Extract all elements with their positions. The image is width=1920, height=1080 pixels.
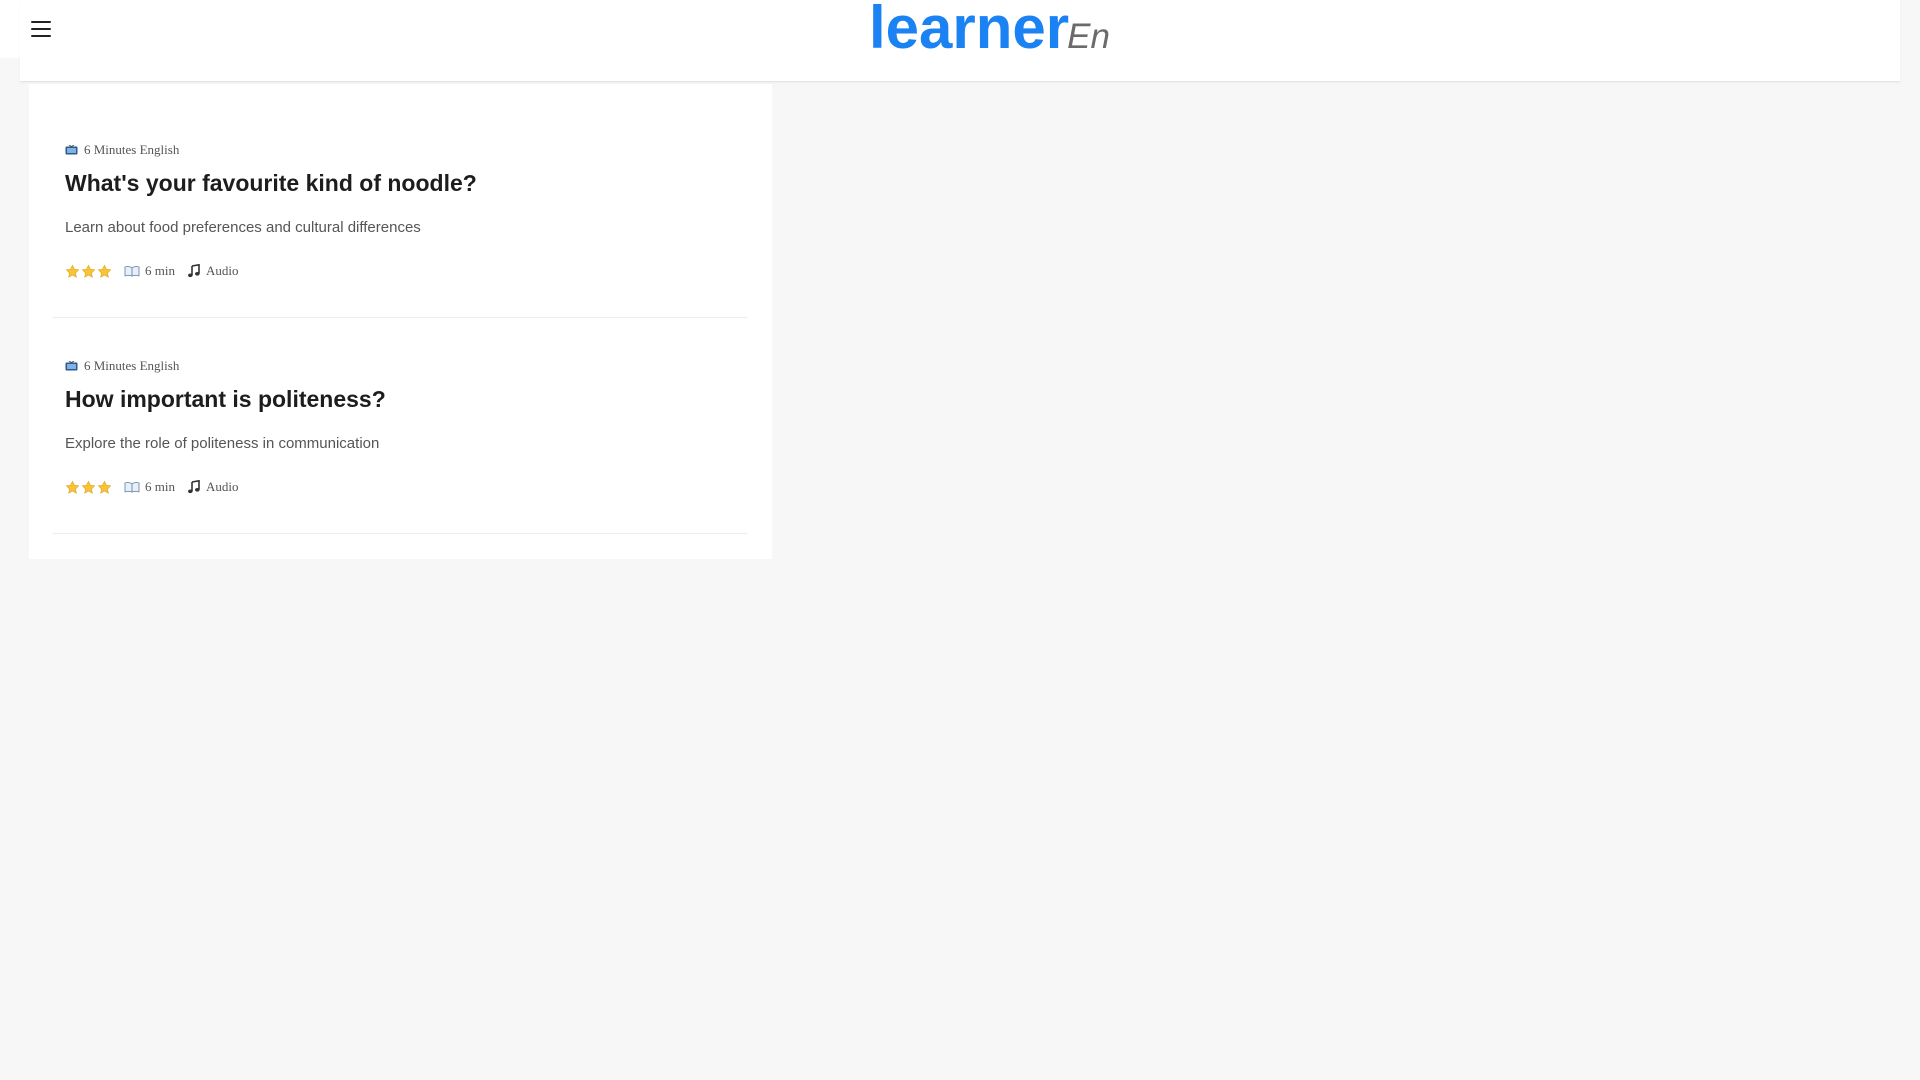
article-category: 6 Minutes English — [65, 142, 179, 158]
site-logo[interactable]: learnerEn — [869, 0, 1110, 58]
book-icon — [124, 481, 140, 493]
article-description: Explore the role of politeness in commun… — [65, 435, 380, 452]
star-icon — [81, 264, 96, 279]
article-list: 6 Minutes English What's your favourite … — [29, 84, 772, 559]
star-icon — [81, 480, 96, 495]
top-header: learnerEn — [20, 0, 1900, 82]
duration: 6 min — [124, 479, 175, 495]
article-meta: 6 min Audio — [65, 262, 250, 280]
duration-label: 6 min — [145, 479, 175, 494]
media-label: Audio — [205, 479, 239, 494]
hamburger-menu-icon — [31, 21, 51, 23]
header-left-strip — [0, 0, 20, 58]
star-icon — [97, 480, 112, 495]
logo-main-text: learner — [869, 0, 1070, 61]
category-label: 6 Minutes English — [84, 358, 180, 373]
article-title[interactable]: What's your favourite kind of noodle? — [65, 170, 477, 197]
category-label: 6 Minutes English — [84, 142, 180, 157]
article-meta: 6 min Audio — [65, 478, 250, 496]
menu-button[interactable] — [31, 19, 53, 39]
difficulty-rating — [65, 264, 112, 279]
article-category: 6 Minutes English — [65, 358, 179, 374]
duration-label: 6 min — [145, 263, 175, 278]
music-note-icon — [187, 480, 201, 494]
article-card[interactable]: 6 Minutes English What's your favourite … — [53, 132, 747, 318]
music-note-icon — [187, 264, 201, 278]
article-description: Learn about food preferences and cultura… — [65, 219, 421, 236]
logo-suffix-text: En — [1067, 17, 1110, 56]
media-type: Audio — [187, 479, 239, 495]
media-type: Audio — [187, 263, 239, 279]
article-card[interactable]: 6 Minutes English How important is polit… — [53, 348, 747, 534]
star-icon — [65, 480, 80, 495]
book-icon — [124, 265, 140, 277]
article-title[interactable]: How important is politeness? — [65, 386, 386, 413]
media-label: Audio — [205, 263, 239, 278]
tv-icon — [65, 361, 78, 371]
difficulty-rating — [65, 480, 112, 495]
star-icon — [97, 264, 112, 279]
star-icon — [65, 264, 80, 279]
tv-icon — [65, 145, 78, 155]
duration: 6 min — [124, 263, 175, 279]
